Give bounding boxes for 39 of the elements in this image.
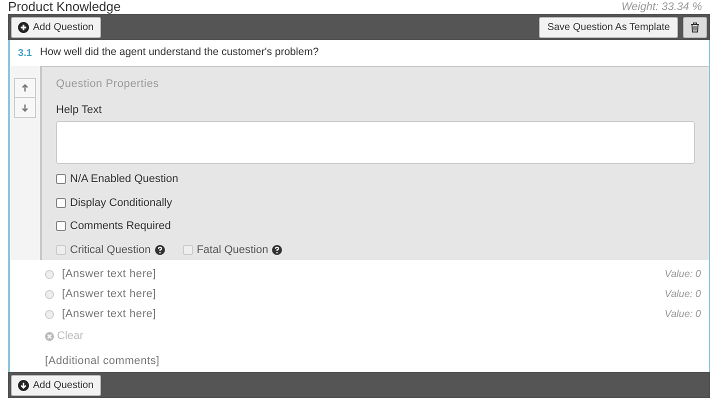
checkbox[interactable] [56,221,66,232]
checkbox[interactable] [56,198,66,208]
clear-icon [45,332,54,341]
move-up-button[interactable] [14,78,36,98]
answer-value: Value: 0 [664,288,701,302]
radio-button[interactable] [45,290,54,298]
question-text: How well did the agent understand the customer's problem? [40,45,319,60]
checkbox-label: Critical Question [70,242,151,258]
field-label: Help Text [56,102,103,118]
comments-text: [Additional comments] [45,354,161,368]
checkbox-label: N/A Enabled Question [70,172,178,187]
save-template-button[interactable]: Save Question As Template [539,16,678,38]
arrow-circle-icon [18,380,29,390]
checkbox-label: Fatal Question [196,242,268,258]
checkbox-label: Display Conditionally [70,196,172,210]
panel-title: Question Properties [56,77,160,92]
arrow-down-icon [21,104,29,112]
help-text-field[interactable] [56,121,695,164]
move-down-button[interactable] [14,98,36,118]
answer-value: Value: 0 [664,308,701,322]
weight-label: Weight: 33.34 % [621,0,702,14]
plus-circle-icon [18,22,29,32]
arrow-up-icon [21,84,29,92]
help-icon [154,244,165,255]
answer-text: [Answer text here] [62,286,156,302]
checkbox-label: Comments Required [70,219,171,234]
trash-icon [690,22,700,32]
checkbox[interactable] [56,174,66,184]
question-number: 3.1 [17,46,33,60]
answer-value: Value: 0 [664,268,701,282]
add-question-button[interactable]: Add Question [11,374,101,396]
help-icon [272,244,282,255]
section-title: Product Knowledge [8,0,121,14]
answer-text: [Answer text here] [62,306,156,322]
radio-button[interactable] [45,310,54,318]
radio-button[interactable] [45,270,54,278]
answer-text: [Answer text here] [62,266,156,282]
add-question-button[interactable]: Add Question [11,16,101,38]
delete-button[interactable] [683,16,707,38]
